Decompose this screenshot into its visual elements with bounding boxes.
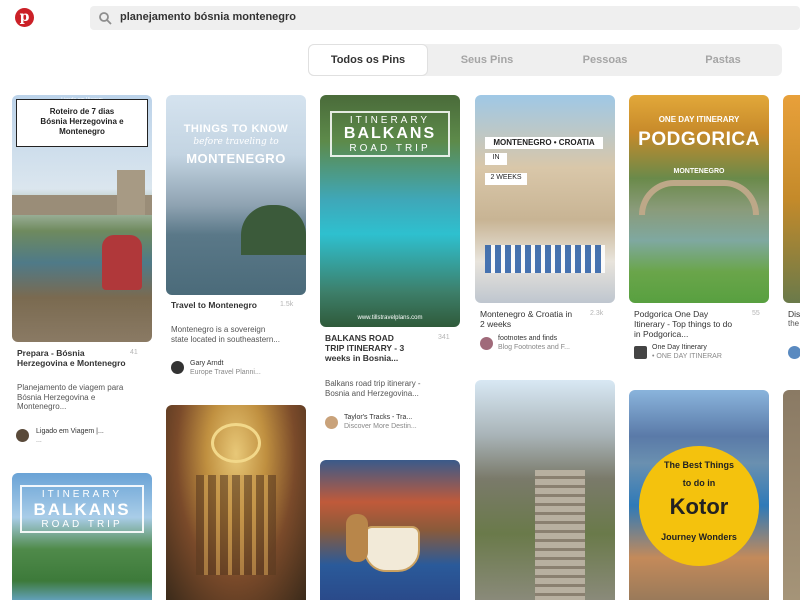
overlay-line-1: The Best Things [663, 460, 734, 470]
pin-author[interactable]: One Day Itinerary • ONE DAY ITINERAR [652, 344, 762, 361]
pin-title[interactable]: BALKANS ROAD TRIP ITINERARY - 3 weeks in… [325, 333, 415, 363]
avatar[interactable] [16, 429, 29, 442]
pin-image-coffee[interactable] [320, 460, 460, 600]
overlay-line-3: MONTENEGRO [673, 168, 725, 175]
pin-description: Planejamento de viagem para Bósnia Herze… [17, 383, 124, 411]
overlay-line-3: 2 WEEKS [490, 174, 522, 181]
pot-shape [346, 514, 368, 562]
pin-author[interactable]: footnotes and finds Blog Footnotes and F… [498, 335, 608, 352]
pin-image-cathedral[interactable] [166, 405, 306, 600]
search-bar[interactable]: planejamento bósnia montenegro [90, 6, 800, 30]
pin-title[interactable]: Podgorica One Day Itinerary - Top things… [634, 309, 734, 339]
overlay-line-2: BALKANS [343, 125, 437, 142]
bridge-shape [639, 180, 759, 215]
header: p planejamento bósnia montenegro [0, 0, 800, 38]
pin-author[interactable]: Gary Arndt Europe Travel Planni... [190, 360, 300, 377]
author-name: Ligado em Viagem |... [36, 428, 104, 435]
avatar[interactable] [171, 361, 184, 374]
pin-description: Balkans road trip itinerary - Bosnia and… [325, 379, 421, 398]
overlay-line-3: Kotor [669, 494, 729, 519]
pin-image-croatia[interactable]: MONTENEGRO • CROATIA IN 2 WEEKS [475, 95, 615, 303]
author-board: Blog Footnotes and F... [498, 343, 570, 351]
pin-image-montenegro[interactable]: THINGS TO KNOW before traveling to MONTE… [166, 95, 306, 295]
author-board: • ONE DAY ITINERAR [652, 352, 722, 360]
repin-count: 41 [130, 349, 138, 356]
person-shape [102, 235, 142, 290]
pin-title[interactable]: Disc [788, 309, 800, 319]
author-board: Europe Travel Planni... [190, 368, 261, 376]
pin-title[interactable]: Montenegro & Croatia in 2 weeks [480, 309, 575, 329]
repin-count: 341 [438, 334, 450, 341]
overlay-line-4: Journey Wonders [661, 532, 737, 542]
author-name: Taylor's Tracks - Tra... [344, 414, 413, 421]
repin-count: 55 [752, 310, 760, 317]
pinterest-logo-icon[interactable]: p [15, 8, 34, 27]
pin-author[interactable]: Ligado em Viagem |... ... [36, 428, 146, 445]
tab-all-pins[interactable]: Todos os Pins [308, 44, 428, 76]
search-icon [99, 12, 112, 25]
tab-people[interactable]: Pessoas [546, 44, 664, 76]
overlay-line-3: MONTENEGRO [186, 151, 286, 166]
pin-title[interactable]: Prepara - Bósnia Herzegovina e Montenegr… [17, 348, 127, 368]
overlay-line-2: to do in [682, 478, 716, 488]
overlay-line-2: PODGORICA [638, 129, 760, 150]
tab-your-pins[interactable]: Seus Pins [428, 44, 546, 76]
avatar[interactable] [480, 337, 493, 350]
pin-image-balkans[interactable]: ITINERARY BALKANS ROAD TRIP www.tillstra… [320, 95, 460, 327]
overlay-line-3: ROAD TRIP [41, 519, 123, 530]
overlay-line-1: ITINERARY [41, 489, 123, 500]
author-board: ... [36, 436, 42, 444]
pin-author[interactable]: Taylor's Tracks - Tra... Discover More D… [344, 414, 454, 431]
tab-boards[interactable]: Pastas [664, 44, 782, 76]
filter-tabs: Todos os Pins Seus Pins Pessoas Pastas [308, 44, 782, 76]
chairs-shape [485, 245, 605, 273]
pin-image-bosnia[interactable]: Ligado em Viagem Roteiro de 7 dias Bósni… [12, 95, 152, 342]
pin-image-kotor[interactable]: The Best Things to do in Kotor Journey W… [629, 390, 769, 600]
author-name: One Day Itinerary [652, 344, 707, 351]
trees-shape [241, 205, 306, 255]
search-input[interactable]: planejamento bósnia montenegro [120, 11, 296, 23]
author-name: footnotes and finds [498, 335, 558, 342]
pin-image-stairs[interactable] [475, 380, 615, 600]
pin-title[interactable]: Travel to Montenegro [171, 300, 261, 310]
repin-count: 2.3k [590, 310, 604, 317]
pin-description: Montenegro is a sovereign state located … [171, 325, 280, 344]
pin-description: the [788, 319, 800, 328]
dome-shape [211, 423, 261, 463]
columns-shape [196, 475, 276, 575]
pin-image-podgorica[interactable]: ONE DAY ITINERARY PODGORICA MONTENEGRO [629, 95, 769, 303]
cup-shape [364, 526, 420, 572]
overlay-text: Roteiro de 7 dias Bósnia Herzegovina e M… [40, 107, 124, 136]
tower-shape [117, 170, 145, 215]
avatar[interactable] [325, 416, 338, 429]
pin-image-balkans-2[interactable]: ITINERARY BALKANS ROAD TRIP [12, 473, 152, 600]
overlay-line-2: BALKANS [33, 500, 131, 519]
steps-shape [535, 470, 585, 600]
watermark-text: www.tillstravelplans.com [357, 315, 423, 321]
author-board: Discover More Destin... [344, 422, 417, 430]
overlay-line-1: THINGS TO KNOW [183, 123, 289, 135]
overlay-line-2: before traveling to [193, 137, 279, 147]
overlay-line-2: IN [492, 154, 500, 161]
author-name: Gary Arndt [190, 360, 224, 367]
overlay-line-3: ROAD TRIP [349, 143, 431, 154]
avatar[interactable] [634, 346, 647, 359]
pin-image-edge[interactable] [783, 95, 800, 303]
repin-count: 1.5k [280, 301, 294, 308]
pin-image-edge-2[interactable] [783, 390, 800, 600]
overlay-line-1: ONE DAY ITINERARY [658, 115, 740, 124]
avatar[interactable] [788, 346, 800, 359]
overlay-line-1: MONTENEGRO • CROATIA [493, 138, 595, 147]
